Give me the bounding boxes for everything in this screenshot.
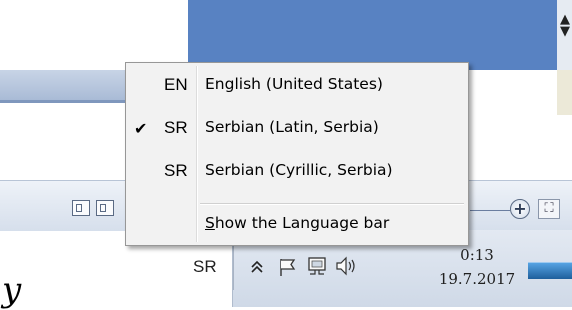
background-letter: y — [2, 270, 22, 310]
menu-item-serbian-cyrillic[interactable]: SR Serbian (Cyrillic, Serbia) — [128, 155, 466, 191]
language-code: SR — [164, 161, 188, 180]
menu-item-english[interactable]: EN English (United States) — [128, 69, 466, 105]
clock-time: 0:13 — [460, 246, 494, 264]
show-desktop-button[interactable] — [528, 262, 572, 279]
chevron-up-icon[interactable] — [251, 259, 263, 278]
language-label: Serbian (Cyrillic, Serbia) — [205, 161, 393, 179]
language-label: Serbian (Latin, Serbia) — [205, 118, 379, 136]
web-layout-view-icon[interactable] — [96, 200, 114, 216]
language-label: English (United States) — [205, 75, 383, 93]
checkmark-icon: ✔ — [134, 119, 148, 138]
content-area — [466, 70, 557, 115]
speaker-icon[interactable] — [334, 255, 360, 281]
fit-page-icon[interactable]: ⛶ — [538, 199, 560, 219]
language-code: SR — [164, 118, 188, 137]
language-menu: EN English (United States) ✔ SR Serbian … — [125, 62, 469, 246]
scroll-arrows-icon[interactable]: ▲ ▼ — [558, 13, 572, 38]
zoom-slider[interactable] — [470, 210, 510, 211]
flag-icon[interactable] — [278, 257, 298, 281]
clock-date: 19.7.2017 — [438, 270, 516, 288]
header-divider — [0, 100, 130, 103]
print-layout-view-icon[interactable] — [72, 200, 90, 216]
menu-item-show-language-bar[interactable]: Show the Language bar — [128, 208, 466, 244]
tray-separator — [233, 240, 234, 290]
menu-separator-highlight — [200, 204, 464, 205]
zoom-in-button[interactable]: + — [510, 199, 530, 219]
window-title-area — [188, 0, 557, 70]
scrollbar-track-lower[interactable] — [557, 70, 572, 115]
clock[interactable]: 0:13 19.7.2017 — [432, 243, 522, 291]
accelerator-key: S — [205, 214, 215, 232]
show-language-bar-label-rest: how the Language bar — [214, 214, 390, 232]
window-header-band — [0, 70, 130, 100]
network-icon[interactable] — [307, 256, 327, 282]
menu-item-serbian-latin[interactable]: ✔ SR Serbian (Latin, Serbia) — [128, 112, 466, 148]
language-indicator[interactable]: SR — [193, 257, 217, 277]
language-code: EN — [164, 75, 188, 94]
show-language-bar-label: Show the Language bar — [205, 214, 389, 232]
